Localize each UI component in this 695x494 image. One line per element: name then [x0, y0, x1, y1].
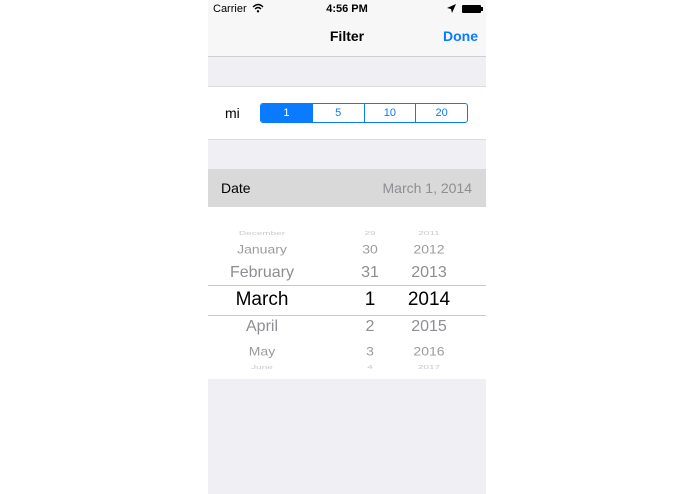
- picker-year-2014[interactable]: 2014: [408, 289, 450, 311]
- location-icon: [447, 4, 456, 13]
- picker-month-february[interactable]: February: [230, 264, 294, 282]
- distance-option-10[interactable]: 10: [363, 104, 416, 122]
- picker-day-1[interactable]: 1: [365, 289, 376, 311]
- date-row[interactable]: Date March 1, 2014: [208, 169, 486, 207]
- picker-selection-bottom-divider: [208, 315, 486, 316]
- picker-day-2[interactable]: 2: [366, 318, 375, 336]
- date-label: Date: [221, 180, 251, 196]
- picker-month-june[interactable]: June: [251, 364, 273, 370]
- picker-month-march[interactable]: March: [236, 289, 289, 311]
- date-value: March 1, 2014: [382, 180, 473, 196]
- picker-day-30[interactable]: 30: [362, 243, 378, 257]
- picker-year-2011[interactable]: 2011: [418, 230, 440, 236]
- status-time: 4:56 PM: [326, 3, 368, 15]
- picker-year-2013[interactable]: 2013: [411, 264, 447, 282]
- picker-year-2012[interactable]: 2012: [413, 243, 444, 257]
- distance-filter-row: mi 1 5 10 20: [208, 86, 486, 140]
- picker-month-april[interactable]: April: [246, 318, 278, 336]
- picker-day-4[interactable]: 4: [367, 364, 373, 370]
- distance-option-5[interactable]: 5: [311, 104, 364, 122]
- date-picker[interactable]: December January February March April May June…: [208, 207, 486, 379]
- distance-option-1[interactable]: 1: [261, 104, 312, 122]
- picker-year-2017[interactable]: 2017: [418, 364, 440, 370]
- picker-day-31[interactable]: 31: [361, 264, 379, 282]
- picker-year-2016[interactable]: 2016: [413, 345, 444, 359]
- distance-unit-label: mi: [225, 105, 240, 121]
- picker-year-2015[interactable]: 2015: [411, 318, 447, 336]
- picker-month-december[interactable]: December: [239, 230, 285, 236]
- battery-icon: [462, 5, 483, 13]
- status-bar: Carrier 4:56 PM: [208, 0, 486, 18]
- distance-option-20[interactable]: 20: [415, 104, 467, 122]
- phone-screen: Carrier 4:56 PM Filter Done mi 1 5 10 20 Da…: [208, 0, 486, 494]
- picker-month-may[interactable]: May: [249, 345, 275, 359]
- picker-day-29[interactable]: 29: [364, 230, 375, 236]
- navigation-bar: Filter Done: [208, 18, 486, 57]
- done-button[interactable]: Done: [443, 28, 478, 44]
- picker-day-3[interactable]: 3: [366, 345, 374, 359]
- picker-month-january[interactable]: January: [237, 243, 287, 257]
- picker-selection-top-divider: [208, 285, 486, 286]
- distance-segmented-control: 1 5 10 20: [260, 103, 468, 123]
